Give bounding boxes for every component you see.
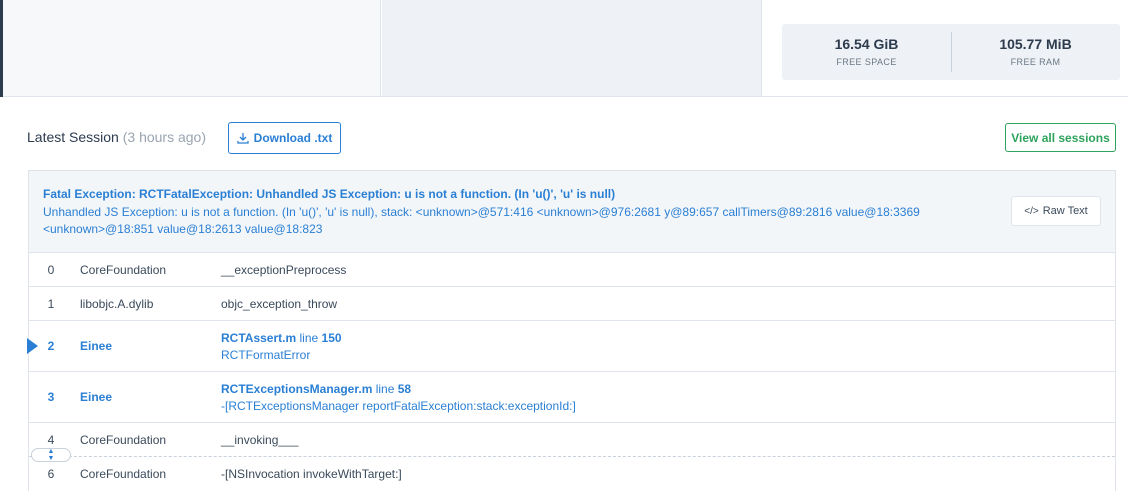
frame-symbol: __exceptionPreprocess (221, 263, 347, 277)
info-panel-middle (382, 0, 762, 96)
stack-trace: 0 CoreFoundation __exceptionPreprocess 1… (27, 252, 1116, 491)
info-panel-left (3, 0, 381, 96)
stack-frame-app[interactable]: 2 Einee RCTAssert.m line 150 RCTFormatEr… (27, 320, 1115, 371)
download-txt-label: Download .txt (253, 131, 333, 145)
expand-chevrons-icon: ▲ ▼ (47, 448, 55, 462)
frame-symbol: objc_exception_throw (221, 297, 338, 311)
frame-index: 4 (47, 433, 55, 447)
frame-index: 6 (47, 467, 55, 481)
frame-line-label: line (299, 331, 319, 345)
code-icon: </> (1024, 205, 1039, 217)
frame-line-number: 150 (321, 331, 342, 345)
frame-library: CoreFoundation (80, 263, 167, 277)
frame-library: CoreFoundation (80, 433, 167, 447)
session-time-ago: (3 hours ago) (122, 129, 207, 145)
device-overview: 16.54 GiB FREE SPACE 105.77 MiB FREE RAM (0, 0, 1128, 97)
stack-frame-app[interactable]: 3 Einee RCTExceptionsManager.m line 58 -… (29, 371, 1115, 422)
session-title-text: Latest Session (27, 129, 119, 145)
free-space-value: 16.54 GiB (834, 36, 899, 52)
frame-index: 1 (47, 297, 55, 311)
raw-text-label: Raw Text (1042, 205, 1088, 217)
stack-frame[interactable]: 4 CoreFoundation __invoking___ (29, 422, 1115, 456)
frame-index: 0 (47, 263, 55, 277)
raw-text-button[interactable]: </> Raw Text (1011, 196, 1101, 226)
view-all-sessions-button[interactable]: View all sessions (1005, 123, 1116, 152)
frame-symbol: __invoking___ (221, 433, 299, 447)
frame-symbol: -[NSInvocation invokeWithTarget:] (221, 467, 402, 481)
stack-frame[interactable]: 1 libobjc.A.dylib objc_exception_throw (29, 286, 1115, 320)
download-txt-button[interactable]: Download .txt (228, 122, 341, 154)
frame-library: Einee (80, 390, 113, 404)
download-icon (237, 133, 249, 144)
exception-summary: Fatal Exception: RCTFatalException: Unha… (28, 170, 1116, 252)
stack-frame[interactable]: 6 CoreFoundation -[NSInvocation invokeWi… (29, 456, 1115, 491)
frame-library: libobjc.A.dylib (80, 297, 154, 311)
free-ram-label: FREE RAM (1010, 57, 1061, 67)
frame-location: RCTExceptionsManager.m line 58 (221, 382, 411, 396)
frame-line-label: line (375, 382, 395, 396)
frame-line-number: 58 (397, 382, 412, 396)
free-space-stat: 16.54 GiB FREE SPACE (782, 24, 951, 80)
frame-index: 3 (47, 390, 55, 404)
frame-index: 2 (47, 339, 55, 353)
frame-location: RCTAssert.m line 150 (221, 331, 342, 345)
stack-frame[interactable]: 0 CoreFoundation __exceptionPreprocess (29, 252, 1115, 286)
frame-file[interactable]: RCTExceptionsManager.m (221, 382, 372, 396)
frame-library: Einee (80, 339, 113, 353)
free-ram-value: 105.77 MiB (999, 36, 1072, 52)
free-space-label: FREE SPACE (836, 57, 897, 67)
device-stats: 16.54 GiB FREE SPACE 105.77 MiB FREE RAM (782, 24, 1120, 80)
frame-library: CoreFoundation (80, 467, 167, 481)
expand-frames-toggle[interactable]: ▲ ▼ (31, 448, 71, 462)
exception-message: Unhandled JS Exception: u is not a funct… (43, 205, 920, 236)
frame-file[interactable]: RCTAssert.m (221, 331, 296, 345)
exception-title: Fatal Exception: RCTFatalException: Unha… (43, 187, 616, 201)
frame-symbol: -[RCTExceptionsManager reportFatalExcept… (221, 399, 576, 413)
free-ram-stat: 105.77 MiB FREE RAM (951, 24, 1120, 80)
frame-symbol: RCTFormatError (221, 348, 311, 362)
info-panel-right: 16.54 GiB FREE SPACE 105.77 MiB FREE RAM (763, 0, 1128, 96)
session-title: Latest Session (3 hours ago) (27, 129, 206, 145)
